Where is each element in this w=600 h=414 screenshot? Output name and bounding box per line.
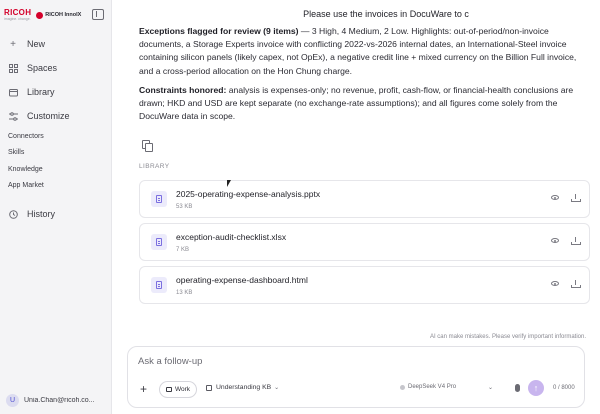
preview-eye-icon[interactable] — [551, 195, 559, 200]
plus-icon: + — [10, 38, 16, 50]
file-name: exception-audit-checklist.xlsx — [176, 231, 287, 242]
app-name: RICOH InnoIX — [45, 12, 82, 18]
user-email: Unia.Chan@ricoh.co... — [24, 396, 95, 404]
sidebar-item-knowledge[interactable]: Knowledge — [0, 161, 111, 178]
document-icon — [151, 277, 167, 293]
download-icon[interactable] — [571, 237, 581, 245]
sidebar-item-label: New — [27, 39, 46, 49]
file-name: 2025-operating-expense-analysis.pptx — [176, 188, 321, 199]
preview-eye-icon[interactable] — [551, 238, 559, 243]
user-account[interactable]: U Unia.Chan@ricoh.co... — [6, 392, 106, 408]
brand-logo: RICOH imagine. change. RICOH InnoIX — [4, 6, 108, 24]
model-logo-icon — [400, 384, 405, 390]
file-card[interactable]: operating-expense-dashboard.html 13 KB — [139, 266, 590, 304]
sidebar-item-label: Library — [27, 87, 55, 97]
message-paragraph: Constraints honored: analysis is expense… — [139, 84, 589, 124]
main-panel: Please use the invoices in DocuWare to c… — [112, 0, 600, 414]
ricoh-wordmark: RICOH — [4, 7, 32, 17]
assistant-message: Exceptions flagged for review (9 items) … — [139, 25, 589, 123]
work-mode-button[interactable]: Work — [159, 381, 198, 398]
innoix-dot-icon — [36, 11, 44, 19]
file-size: 53 KB — [176, 203, 193, 210]
sidebar-item-skills[interactable]: Skills — [0, 145, 111, 162]
followup-input[interactable] — [138, 356, 438, 367]
ai-disclaimer: AI can make mistakes. Please verify impo… — [429, 334, 586, 340]
avatar: U — [6, 393, 19, 407]
sidebar: RICOH imagine. change. RICOH InnoIX + Ne… — [0, 0, 112, 414]
model-label: DeepSeek V4 Pro — [408, 384, 457, 390]
sidebar-item-new[interactable]: + New — [0, 32, 111, 56]
sidebar-item-label: Customize — [27, 111, 70, 121]
file-card[interactable]: 2025-operating-expense-analysis.pptx 53 … — [139, 180, 590, 218]
download-icon[interactable] — [571, 194, 581, 202]
collapse-sidebar-icon[interactable] — [92, 9, 104, 20]
microphone-icon[interactable] — [515, 384, 520, 392]
sidebar-item-connectors[interactable]: Connectors — [0, 128, 111, 145]
sidebar-item-label: Spaces — [27, 63, 58, 73]
sliders-icon — [8, 111, 18, 121]
message-bold-heading: Exceptions flagged for review (9 items) — [139, 26, 299, 36]
sidebar-item-app-market[interactable]: App Market — [0, 178, 111, 195]
sidebar-item-spaces[interactable]: Spaces — [0, 56, 111, 80]
character-counter: 0 / 8000 — [553, 385, 575, 391]
clock-icon — [8, 209, 18, 219]
knowledge-base-dropdown[interactable]: Understanding KB ⌄ — [206, 384, 279, 391]
attach-plus-icon[interactable]: + — [140, 383, 147, 395]
document-icon — [151, 191, 167, 207]
copy-icon[interactable] — [142, 140, 153, 152]
chevron-down-icon: ⌄ — [274, 385, 280, 391]
conversation-title: Please use the invoices in DocuWare to c — [303, 9, 469, 19]
composer: + Work Understanding KB ⌄ DeepSeek V4 Pr… — [127, 346, 585, 408]
sidebar-item-label: History — [27, 209, 56, 219]
sidebar-nav: + New Spaces Library Customize Connector… — [0, 32, 111, 226]
download-icon[interactable] — [571, 280, 581, 288]
model-selector[interactable]: DeepSeek V4 Pro — [400, 384, 456, 390]
briefcase-icon — [166, 387, 172, 392]
file-size: 13 KB — [176, 289, 193, 296]
file-name: operating-expense-dashboard.html — [176, 274, 308, 285]
file-card[interactable]: exception-audit-checklist.xlsx 7 KB — [139, 223, 590, 261]
sidebar-item-library[interactable]: Library — [0, 80, 111, 104]
send-button[interactable]: ↑ — [528, 380, 544, 396]
book-icon — [206, 384, 212, 391]
knowledge-base-label: Understanding KB — [216, 384, 272, 391]
message-bold-heading: Constraints honored: — [139, 84, 227, 95]
file-size: 7 KB — [176, 246, 190, 253]
ricoh-logo: RICOH imagine. change. — [4, 7, 32, 22]
message-paragraph: Exceptions flagged for review (9 items) … — [139, 25, 589, 78]
mouse-cursor-icon — [227, 180, 231, 187]
chevron-down-icon[interactable]: ⌄ — [488, 384, 493, 391]
grid-icon — [8, 63, 18, 73]
ricoh-tagline: imagine. change. — [4, 16, 31, 21]
sidebar-item-history[interactable]: History — [0, 202, 111, 226]
conversation-header: Please use the invoices in DocuWare to c — [112, 0, 600, 28]
preview-eye-icon[interactable] — [551, 281, 559, 286]
innoix-logo: RICOH InnoIX — [36, 11, 82, 19]
library-section-label: LIBRARY — [139, 163, 170, 170]
document-icon — [151, 234, 167, 250]
sidebar-item-customize[interactable]: Customize — [0, 104, 111, 128]
folder-icon — [8, 87, 18, 97]
work-mode-label: Work — [175, 386, 191, 393]
